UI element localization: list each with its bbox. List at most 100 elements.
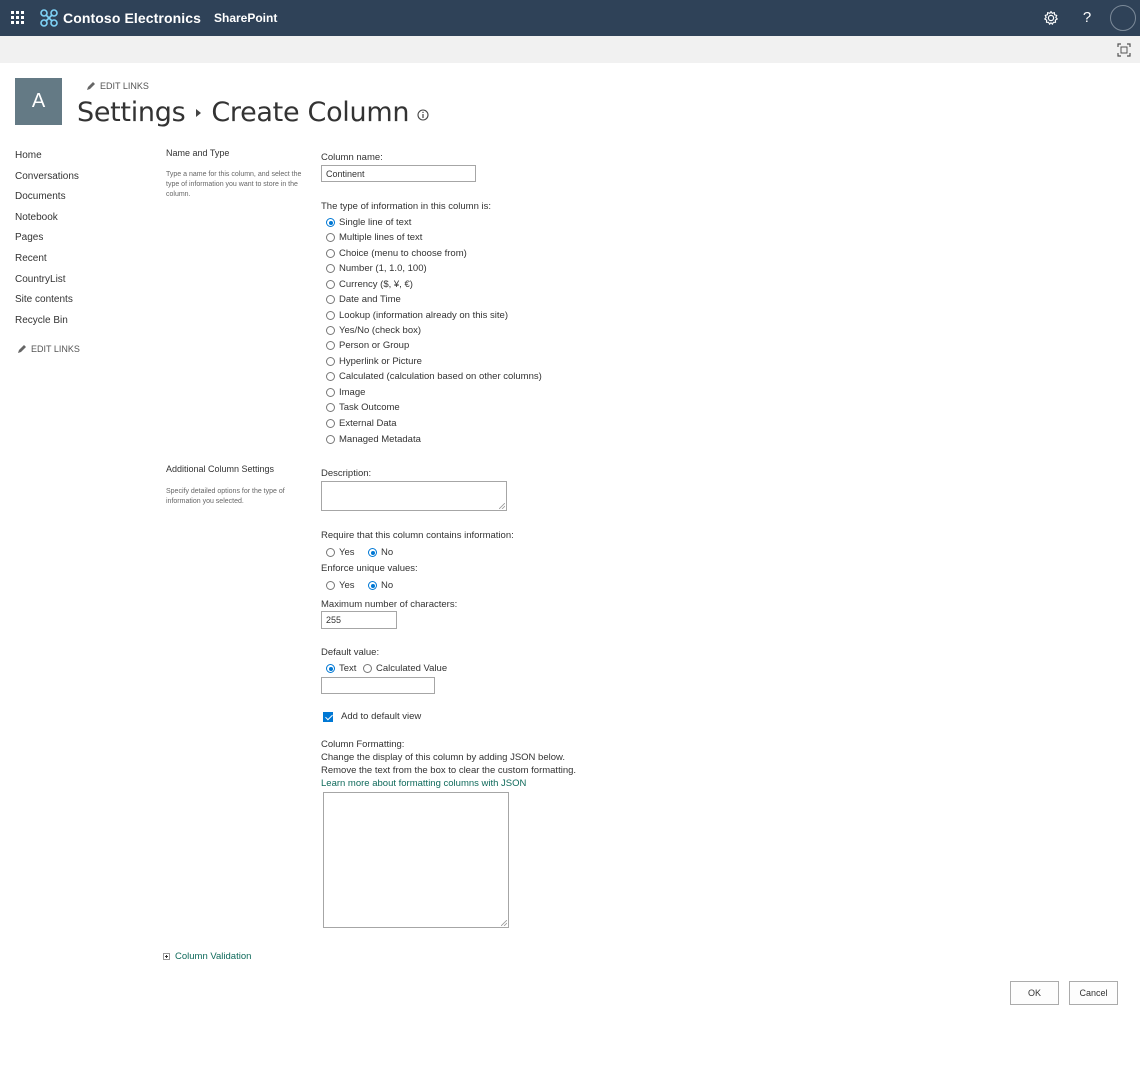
focus-mode-icon[interactable] (1117, 43, 1131, 57)
type-option-person-group[interactable]: Person or Group (326, 340, 409, 351)
radio-button[interactable] (326, 419, 335, 428)
nav-item-documents[interactable]: Documents (15, 191, 79, 212)
nav-item-notebook[interactable]: Notebook (15, 212, 79, 233)
column-validation-toggle[interactable]: Column Validation (163, 951, 251, 962)
type-option-managed-metadata[interactable]: Managed Metadata (326, 434, 421, 445)
user-avatar[interactable] (1110, 5, 1136, 31)
breadcrumb: Settings Create Column (77, 97, 429, 128)
type-option-image[interactable]: Image (326, 387, 365, 398)
settings-gear-icon[interactable] (1041, 8, 1061, 28)
radio-button[interactable] (368, 581, 377, 590)
section-title-additional: Additional Column Settings (166, 464, 275, 474)
edit-links-top[interactable]: EDIT LINKS (86, 81, 149, 91)
column-name-label: Column name: (321, 152, 383, 163)
ok-button[interactable]: OK (1010, 981, 1059, 1005)
breadcrumb-separator-icon (196, 108, 202, 117)
nav-item-site-contents[interactable]: Site contents (15, 294, 79, 315)
app-name[interactable]: SharePoint (214, 11, 277, 25)
default-calculated-option[interactable]: Calculated Value (363, 663, 447, 674)
radio-button[interactable] (326, 403, 335, 412)
type-option-number[interactable]: Number (1, 1.0, 100) (326, 263, 427, 274)
type-option-yes-no[interactable]: Yes/No (check box) (326, 325, 421, 336)
radio-button[interactable] (326, 341, 335, 350)
app-launcher-icon[interactable] (11, 11, 25, 25)
formatting-help-line1: Change the display of this column by add… (321, 752, 565, 763)
type-option-date-time[interactable]: Date and Time (326, 294, 401, 305)
radio-button[interactable] (368, 548, 377, 557)
max-chars-input[interactable]: 255 (321, 611, 397, 629)
edit-links-nav[interactable]: EDIT LINKS (17, 344, 80, 354)
radio-button[interactable] (326, 264, 335, 273)
page-title: Create Column (211, 97, 410, 128)
require-yes-option[interactable]: Yes (326, 547, 355, 558)
resize-grip-icon[interactable] (501, 920, 507, 926)
formatting-learn-more-link[interactable]: Learn more about formatting columns with… (321, 778, 526, 789)
nav-item-recycle-bin[interactable]: Recycle Bin (15, 315, 79, 336)
radio-button[interactable] (326, 388, 335, 397)
radio-button[interactable] (326, 311, 335, 320)
type-option-calculated[interactable]: Calculated (calculation based on other c… (326, 371, 542, 382)
radio-button[interactable] (326, 664, 335, 673)
site-logo[interactable]: A (15, 78, 62, 125)
description-label: Description: (321, 468, 372, 479)
radio-button[interactable] (326, 280, 335, 289)
contoso-logo-icon (40, 9, 58, 27)
radio-button[interactable] (326, 249, 335, 258)
radio-button[interactable] (326, 357, 335, 366)
type-option-task-outcome[interactable]: Task Outcome (326, 402, 400, 413)
type-option-lookup[interactable]: Lookup (information already on this site… (326, 310, 508, 321)
formatting-label: Column Formatting: (321, 739, 405, 750)
help-icon[interactable]: ? (1079, 8, 1095, 28)
require-label: Require that this column contains inform… (321, 530, 514, 541)
radio-button[interactable] (326, 372, 335, 381)
radio-button[interactable] (326, 326, 335, 335)
default-text-option[interactable]: Text (326, 663, 356, 674)
radio-button[interactable] (326, 548, 335, 557)
unique-label: Enforce unique values: (321, 563, 418, 574)
radio-button[interactable] (363, 664, 372, 673)
add-default-view-checkbox[interactable]: Add to default view (323, 711, 421, 722)
cancel-button[interactable]: Cancel (1069, 981, 1118, 1005)
nav-item-recent[interactable]: Recent (15, 253, 79, 274)
unique-yes-option[interactable]: Yes (326, 580, 355, 591)
type-option-multiple-lines[interactable]: Multiple lines of text (326, 232, 422, 243)
command-bar (0, 36, 1140, 63)
column-name-input[interactable]: Continent (321, 165, 476, 182)
radio-button[interactable] (326, 581, 335, 590)
nav-item-home[interactable]: Home (15, 150, 79, 171)
resize-grip-icon[interactable] (499, 503, 505, 509)
description-textarea[interactable] (321, 481, 507, 511)
formatting-json-textarea[interactable] (323, 792, 509, 928)
edit-links-label: EDIT LINKS (100, 81, 149, 91)
radio-button[interactable] (326, 218, 335, 227)
section-desc-additional: Specify detailed options for the type of… (166, 488, 285, 505)
require-no-option[interactable]: No (368, 547, 393, 558)
pencil-icon (87, 82, 95, 90)
type-option-hyperlink[interactable]: Hyperlink or Picture (326, 356, 422, 367)
type-option-currency[interactable]: Currency ($, ¥, €) (326, 279, 413, 290)
type-label: The type of information in this column i… (321, 201, 492, 212)
radio-button[interactable] (326, 295, 335, 304)
checkbox[interactable] (323, 711, 333, 722)
nav-item-countrylist[interactable]: CountryList (15, 274, 79, 295)
quick-launch-nav: Home Conversations Documents Notebook Pa… (15, 150, 79, 335)
radio-button[interactable] (326, 435, 335, 444)
unique-no-option[interactable]: No (368, 580, 393, 591)
default-value-input[interactable] (321, 677, 435, 694)
expand-plus-icon[interactable] (163, 953, 170, 960)
formatting-help-line2: Remove the text from the box to clear th… (321, 765, 577, 776)
type-option-choice[interactable]: Choice (menu to choose from) (326, 248, 467, 259)
default-value-label: Default value: (321, 647, 380, 658)
nav-item-pages[interactable]: Pages (15, 232, 79, 253)
section-title-name-type: Name and Type (166, 148, 230, 158)
info-icon[interactable] (417, 108, 429, 121)
section-desc-name-type: Type a name for this column, and select … (166, 171, 302, 198)
brand-link[interactable]: Contoso Electronics (40, 8, 201, 28)
type-option-external-data[interactable]: External Data (326, 418, 397, 429)
brand-name: Contoso Electronics (63, 10, 202, 26)
radio-button[interactable] (326, 233, 335, 242)
breadcrumb-parent[interactable]: Settings (77, 97, 186, 128)
nav-item-conversations[interactable]: Conversations (15, 171, 79, 192)
max-chars-label: Maximum number of characters: (321, 599, 458, 610)
type-option-single-line[interactable]: Single line of text (326, 217, 411, 228)
